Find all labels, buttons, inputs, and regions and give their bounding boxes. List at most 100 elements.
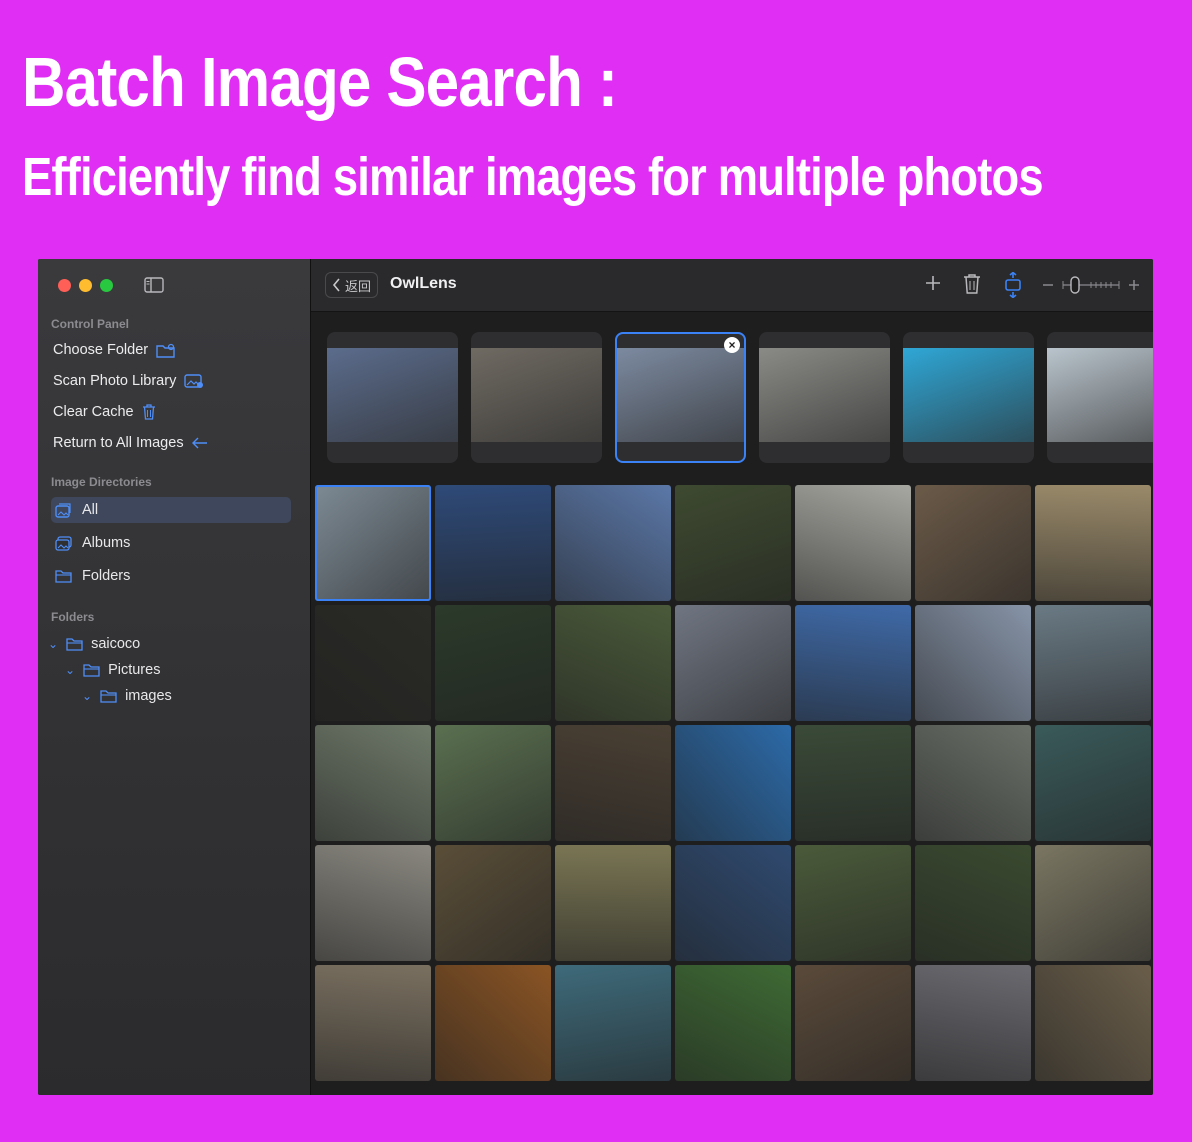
photo-stack-icon: [55, 502, 71, 518]
folder-tree-label: saicoco: [91, 636, 141, 652]
selected-image-thumbnail: [617, 348, 744, 442]
album-icon: [55, 535, 72, 551]
fit-height-icon[interactable]: [1003, 272, 1023, 298]
image-thumbnail[interactable]: [795, 965, 911, 1081]
plus-icon[interactable]: [924, 273, 942, 293]
back-button[interactable]: 返回: [325, 272, 379, 298]
image-thumbnail[interactable]: [915, 965, 1031, 1081]
selected-image-card[interactable]: [471, 332, 602, 463]
return-to-all-images-label: Return to All Images: [53, 435, 184, 451]
image-thumbnail[interactable]: [435, 485, 551, 601]
clear-cache-label: Clear Cache: [53, 404, 134, 420]
image-thumbnail[interactable]: [555, 605, 671, 721]
image-thumbnail[interactable]: [435, 725, 551, 841]
selected-images-strip: ×: [311, 312, 1153, 475]
chevron-down-icon[interactable]: ⌄: [82, 689, 92, 703]
image-thumbnail[interactable]: [915, 725, 1031, 841]
image-thumbnail[interactable]: [915, 845, 1031, 961]
image-thumbnail[interactable]: [675, 845, 791, 961]
image-thumbnail[interactable]: [555, 725, 671, 841]
image-thumbnail[interactable]: [915, 605, 1031, 721]
image-thumbnail[interactable]: [435, 965, 551, 1081]
image-thumbnail[interactable]: [795, 845, 911, 961]
image-thumbnail[interactable]: [555, 485, 671, 601]
selected-image-card[interactable]: ×: [615, 332, 746, 463]
chevron-down-icon[interactable]: ⌄: [48, 637, 58, 651]
image-grid: [315, 485, 1153, 1095]
image-thumbnail[interactable]: [675, 725, 791, 841]
folder-icon: [66, 638, 83, 651]
image-thumbnail[interactable]: [435, 845, 551, 961]
image-thumbnail[interactable]: [555, 965, 671, 1081]
folder-icon: [100, 690, 117, 703]
image-thumbnail[interactable]: [315, 485, 431, 601]
directory-label-albums: Albums: [82, 535, 131, 551]
image-thumbnail[interactable]: [1035, 845, 1151, 961]
photo-badge-icon: [184, 373, 204, 388]
main-panel: 返回 OwlLens ×: [311, 259, 1153, 1095]
directory-item-folders[interactable]: Folders: [51, 563, 291, 589]
trash-icon: [142, 404, 155, 420]
minimize-window-button[interactable]: [79, 279, 92, 292]
hero-subtitle-wrap: Efficiently find similar images for mult…: [0, 140, 1192, 220]
hero-subtitle: Efficiently find similar images for mult…: [22, 147, 1044, 207]
image-thumbnail[interactable]: [1035, 965, 1151, 1081]
zoom-slider[interactable]: [1041, 276, 1141, 294]
folder-icon: [83, 664, 100, 677]
sidebar-toggle-icon[interactable]: [144, 277, 164, 293]
directory-item-albums[interactable]: Albums: [51, 530, 291, 556]
image-thumbnail[interactable]: [1035, 725, 1151, 841]
image-thumbnail[interactable]: [315, 725, 431, 841]
window-controls: [58, 279, 113, 292]
directory-item-all[interactable]: All: [51, 497, 291, 523]
directory-label-folders: Folders: [82, 568, 131, 584]
image-directories-title: Image Directories: [51, 475, 152, 489]
choose-folder-button[interactable]: Choose Folder: [53, 342, 176, 358]
folder-tree-label: Pictures: [108, 662, 161, 678]
folder-tree-item-pictures[interactable]: ⌄ Pictures: [65, 662, 160, 678]
return-to-all-images-button[interactable]: Return to All Images: [53, 435, 208, 451]
selected-image-thumbnail: [1047, 348, 1153, 442]
image-thumbnail[interactable]: [315, 965, 431, 1081]
folder-badge-icon: [156, 343, 175, 358]
image-thumbnail[interactable]: [795, 725, 911, 841]
back-label: 返回: [345, 278, 372, 294]
scan-photo-library-button[interactable]: Scan Photo Library: [53, 373, 204, 389]
image-thumbnail[interactable]: [315, 605, 431, 721]
image-thumbnail[interactable]: [555, 845, 671, 961]
choose-folder-label: Choose Folder: [53, 342, 149, 358]
selected-image-card[interactable]: [1047, 332, 1153, 463]
trash-icon[interactable]: [963, 273, 981, 295]
image-thumbnail[interactable]: [795, 485, 911, 601]
selected-image-thumbnail: [759, 348, 890, 442]
remove-selected-button[interactable]: ×: [724, 337, 740, 353]
image-thumbnail[interactable]: [1035, 605, 1151, 721]
selected-image-card[interactable]: [903, 332, 1034, 463]
image-thumbnail[interactable]: [1035, 485, 1151, 601]
close-window-button[interactable]: [58, 279, 71, 292]
sidebar: Control Panel Choose Folder Scan Photo L…: [38, 259, 311, 1095]
image-thumbnail[interactable]: [315, 845, 431, 961]
app-title: OwlLens: [390, 275, 457, 292]
image-thumbnail[interactable]: [675, 485, 791, 601]
zoom-window-button[interactable]: [100, 279, 113, 292]
selected-image-thumbnail: [903, 348, 1034, 442]
folder-icon: [55, 570, 72, 583]
image-thumbnail[interactable]: [435, 605, 551, 721]
image-thumbnail[interactable]: [795, 605, 911, 721]
clear-cache-button[interactable]: Clear Cache: [53, 404, 156, 420]
app-window: Control Panel Choose Folder Scan Photo L…: [38, 259, 1153, 1095]
chevron-left-icon: [332, 278, 340, 292]
selected-image-card[interactable]: [327, 332, 458, 463]
folders-title: Folders: [51, 610, 95, 624]
image-thumbnail[interactable]: [915, 485, 1031, 601]
image-thumbnail[interactable]: [675, 605, 791, 721]
folder-tree-label: images: [125, 688, 172, 704]
selected-image-thumbnail: [471, 348, 602, 442]
arrow-left-icon: [191, 437, 207, 449]
folder-tree-item-saicoco[interactable]: ⌄ saicoco: [48, 636, 140, 652]
chevron-down-icon[interactable]: ⌄: [65, 663, 75, 677]
selected-image-card[interactable]: [759, 332, 890, 463]
image-thumbnail[interactable]: [675, 965, 791, 1081]
folder-tree-item-images[interactable]: ⌄ images: [82, 688, 172, 704]
